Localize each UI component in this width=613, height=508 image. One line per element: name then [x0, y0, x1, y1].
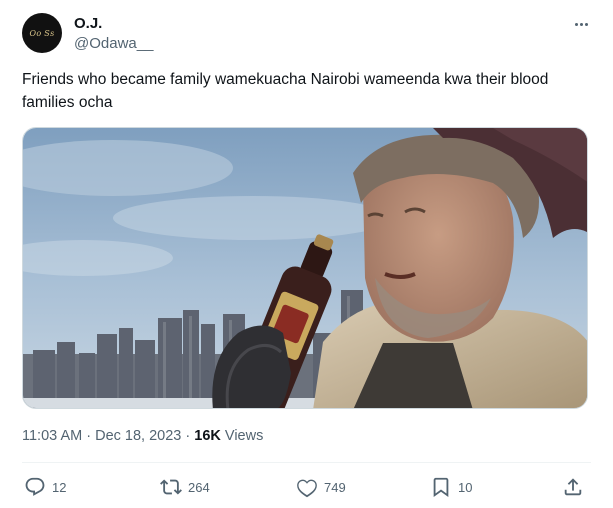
tweet-card[interactable]: Oo Ss O.J. @Odawa__ Friends who became f… [0, 0, 613, 508]
like-button[interactable]: 749 [296, 474, 346, 500]
meta-separator: · [86, 428, 92, 444]
author-handle[interactable]: @Odawa__ [74, 35, 153, 52]
avatar[interactable]: Oo Ss [22, 13, 62, 53]
tweet-time[interactable]: 11:03 AM [22, 428, 82, 444]
bookmark-button[interactable]: 10 [430, 474, 472, 500]
avatar-logo-text: Oo Ss [29, 28, 55, 38]
share-icon [564, 478, 582, 496]
more-icon[interactable] [571, 14, 591, 34]
divider [22, 462, 591, 463]
tweet-text: Friends who became family wamekuacha Nai… [22, 71, 549, 111]
bookmark-icon [433, 477, 449, 498]
reply-icon [25, 477, 45, 496]
repost-button[interactable]: 264 [160, 474, 210, 500]
bookmark-count: 10 [458, 479, 473, 495]
views-count: 16K [194, 428, 221, 444]
views-label: Views [224, 428, 264, 444]
repost-count: 264 [188, 479, 210, 495]
like-count: 749 [324, 479, 346, 495]
share-button[interactable] [562, 474, 584, 500]
heart-icon [297, 479, 317, 498]
tweet-date[interactable]: Dec 18, 2023 [95, 428, 181, 444]
repost-icon [160, 479, 182, 495]
tweet-meta: 11:03 AM · Dec 18, 2023 · 16K Views [22, 428, 263, 444]
author-display-name[interactable]: O.J. [74, 15, 102, 32]
meta-separator-2: · [185, 428, 191, 444]
tweet-image[interactable] [22, 127, 588, 409]
photo-illustration [23, 128, 587, 408]
action-bar: 12 264 749 10 [22, 474, 592, 500]
reply-count: 12 [52, 479, 67, 495]
reply-button[interactable]: 12 [24, 474, 66, 500]
